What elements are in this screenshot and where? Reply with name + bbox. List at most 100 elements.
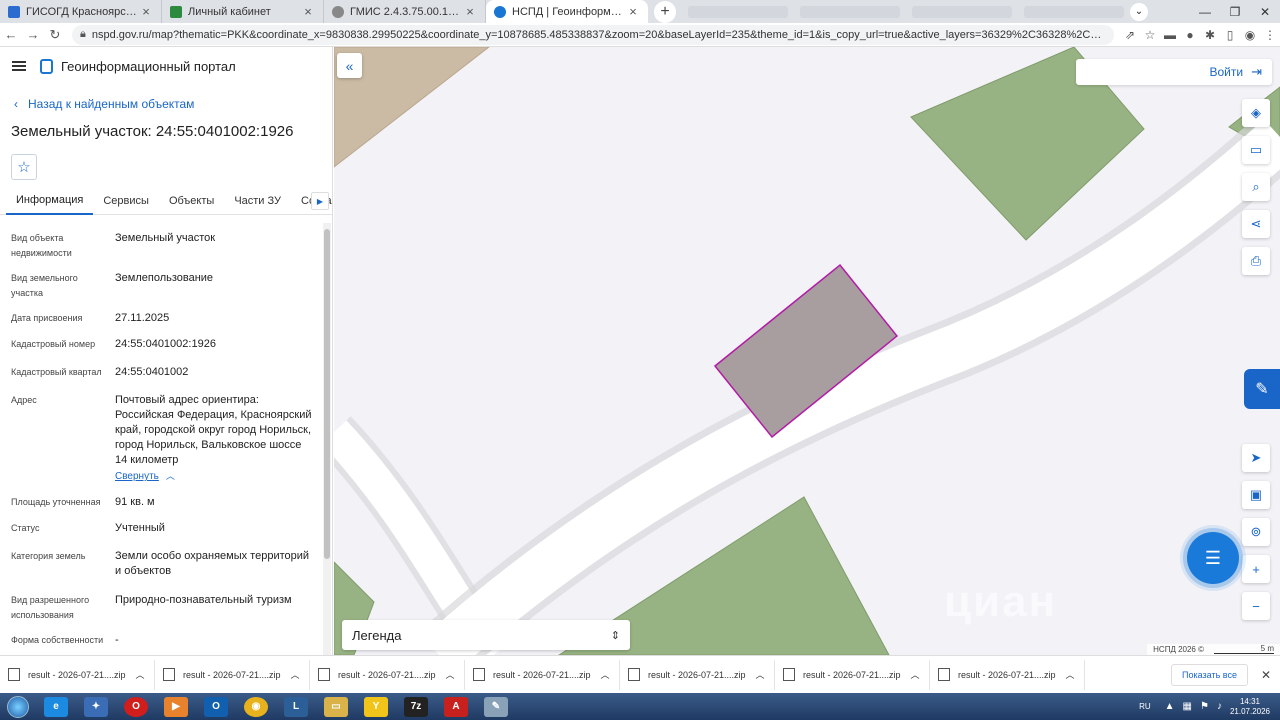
extension-icon[interactable]: ▬ [1160, 28, 1180, 42]
panel-header: Геоинформационный портал [0, 47, 332, 85]
new-tab-button[interactable]: + [654, 0, 676, 23]
download-item[interactable]: result - 2026-07-21....zip ︿ [0, 659, 155, 690]
share-icon[interactable]: ⇗ [1120, 28, 1140, 42]
close-icon[interactable]: × [139, 4, 153, 19]
download-item[interactable]: result - 2026-07-21....zip ︿ [155, 659, 310, 690]
volume-icon[interactable]: ♪ [1217, 701, 1222, 712]
tray-arrow-icon[interactable]: ▲ [1165, 701, 1175, 712]
share-button[interactable]: ⋖ [1242, 210, 1270, 238]
taskbar-app[interactable]: e [36, 693, 76, 720]
taskbar-app[interactable]: ▭ [316, 693, 356, 720]
browser-tab-gmis[interactable]: ГМИС 2.4.3.75.00.10.34 × [324, 0, 486, 23]
url-field[interactable]: 🔒︎ nspd.gov.ru/map?thematic=PKK&coordina… [72, 24, 1114, 45]
plus-icon: + [1252, 561, 1260, 577]
taskbar-app[interactable]: O [196, 693, 236, 720]
start-button[interactable] [0, 693, 36, 720]
hamburger-menu-icon[interactable] [12, 61, 26, 71]
maximize-icon[interactable]: ❐ [1220, 0, 1250, 23]
bookmark-star-icon[interactable]: ☆ [1140, 28, 1160, 42]
chevron-up-icon[interactable]: ︿ [909, 668, 921, 681]
login-button[interactable]: Войти ⇥ [1076, 59, 1272, 85]
page-title: Земельный участок: 24:55:0401002:1926 [11, 123, 294, 140]
map-canvas[interactable] [334, 47, 1280, 655]
geolocation-button[interactable]: ⊚ [1242, 518, 1270, 546]
chevron-up-icon[interactable]: ︿ [1064, 668, 1076, 681]
chevron-up-icon[interactable]: ︿ [134, 668, 146, 681]
chevron-up-icon[interactable]: ︿ [599, 668, 611, 681]
puzzle-icon[interactable]: ✱ [1200, 28, 1220, 42]
zoom-out-button[interactable]: − [1242, 592, 1270, 620]
taskbar-app[interactable]: A [436, 693, 476, 720]
back-arrow-icon[interactable]: ← [0, 27, 22, 42]
taskbar-app[interactable]: O [116, 693, 156, 720]
tabs-scroll-right-button[interactable]: ▶ [311, 192, 329, 210]
tab-objects[interactable]: Объекты [159, 187, 224, 215]
zip-file-icon [163, 668, 175, 681]
browser-tab-nspd[interactable]: НСПД | Геоинформационный п × [486, 0, 648, 23]
show-all-downloads-button[interactable]: Показать все [1171, 663, 1248, 686]
measure-button[interactable]: ▭ [1242, 136, 1270, 164]
tab-title: Личный кабинет [188, 5, 271, 18]
scrollbar-thumb[interactable] [324, 229, 330, 559]
download-filename: result - 2026-07-21....zip [648, 669, 746, 680]
collapse-link[interactable]: Свернуть ︿ [115, 469, 315, 484]
taskbar-app[interactable]: L [276, 693, 316, 720]
scale-label: 5 m [1214, 645, 1274, 654]
login-icon: ⇥ [1251, 64, 1262, 79]
taskbar-app[interactable]: ◉ [236, 693, 276, 720]
panel-scrollbar[interactable] [323, 223, 331, 655]
select-area-button[interactable]: ⌕ [1242, 173, 1270, 201]
minimap-button[interactable]: ▣ [1242, 481, 1270, 509]
extension-icon[interactable]: ● [1180, 28, 1200, 42]
tab-information[interactable]: Информация [6, 187, 94, 215]
collapse-panel-button[interactable]: « [337, 53, 362, 78]
zoom-in-button[interactable]: + [1242, 555, 1270, 583]
favorite-button[interactable]: ☆ [11, 154, 37, 180]
taskbar-app[interactable]: ▶ [156, 693, 196, 720]
close-downloads-icon[interactable]: ✕ [1256, 668, 1276, 682]
close-window-icon[interactable]: ✕ [1250, 0, 1280, 23]
taskbar-app[interactable]: Y [356, 693, 396, 720]
side-panel-tab[interactable]: ✎ [1244, 369, 1280, 409]
windows-logo-icon [7, 695, 29, 718]
tab-search-button[interactable]: ⌄ [1130, 2, 1148, 21]
download-item[interactable]: result - 2026-07-21....zip ︿ [930, 659, 1085, 690]
taskbar-app[interactable]: ✎ [476, 693, 516, 720]
taskbar-app[interactable]: ✦ [76, 693, 116, 720]
flag-icon[interactable]: ⚑ [1200, 701, 1209, 712]
download-item[interactable]: result - 2026-07-21....zip ︿ [310, 659, 465, 690]
print-button[interactable]: ⎙ [1242, 247, 1270, 275]
chevron-up-icon[interactable]: ︿ [289, 668, 301, 681]
browser-tab-gisogd[interactable]: ГИСОГД Красноярского края × [0, 0, 162, 23]
browser-tab-cabinet[interactable]: Личный кабинет × [162, 0, 324, 23]
downloads-bar: result - 2026-07-21....zip ︿ result - 202… [0, 655, 1280, 693]
chat-button[interactable]: ☰ [1187, 532, 1239, 584]
network-icon[interactable]: ▦ [1183, 701, 1192, 712]
chevron-up-icon[interactable]: ︿ [754, 668, 766, 681]
sidepanel-icon[interactable]: ▯ [1220, 28, 1240, 42]
map-view[interactable]: циан « Войти ⇥ ◈ ▭ ⌕ ⋖ ⎙ ✎ ➤ ▣ ⊚ + − ☰ Л… [334, 47, 1280, 655]
close-icon[interactable]: × [626, 4, 640, 19]
close-icon[interactable]: × [463, 4, 477, 19]
clock[interactable]: 14:31 21.07.2026 [1230, 697, 1270, 717]
chevron-up-icon[interactable]: ︿ [444, 668, 456, 681]
legend-dropdown[interactable]: Легенда ⇕ [342, 620, 630, 650]
menu-dots-icon[interactable]: ⋮ [1260, 28, 1280, 42]
download-item[interactable]: result - 2026-07-21....zip ︿ [620, 659, 775, 690]
locate-button[interactable]: ➤ [1242, 444, 1270, 472]
layers-button[interactable]: ◈ [1242, 99, 1270, 127]
back-to-results-link[interactable]: ‹ Назад к найденным объектам [0, 97, 332, 111]
zip-file-icon [783, 668, 795, 681]
download-item[interactable]: result - 2026-07-21....zip ︿ [775, 659, 930, 690]
language-indicator[interactable]: RU [1139, 702, 1151, 711]
tab-plot-parts[interactable]: Части ЗУ [224, 187, 291, 215]
reload-icon[interactable]: ↻ [44, 27, 66, 43]
close-icon[interactable]: × [301, 4, 315, 19]
property-label: Площадь уточненная [11, 497, 101, 507]
minimize-icon[interactable]: — [1190, 0, 1220, 23]
tab-services[interactable]: Сервисы [93, 187, 159, 215]
taskbar-app[interactable]: 7z [396, 693, 436, 720]
download-item[interactable]: result - 2026-07-21....zip ︿ [465, 659, 620, 690]
forward-arrow-icon[interactable]: → [22, 27, 44, 42]
profile-icon[interactable]: ◉ [1240, 28, 1260, 42]
